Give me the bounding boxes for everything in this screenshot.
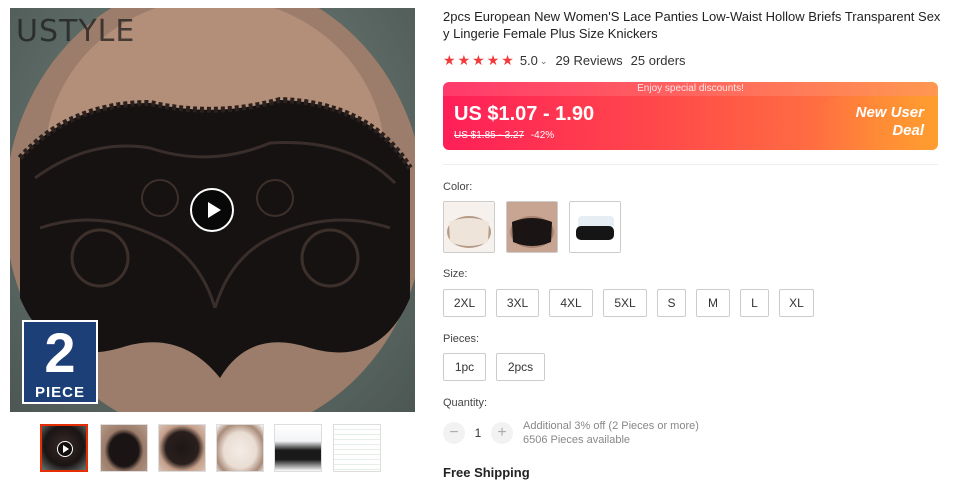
thumbnail-image[interactable]: [158, 424, 206, 472]
orders-count: 25 orders: [630, 52, 686, 68]
piece-count-number: 2: [44, 321, 76, 384]
size-option-s[interactable]: S: [657, 289, 686, 317]
star-icon: ★: [486, 52, 500, 68]
quantity-info: Additional 3% off (2 Pieces or more) 650…: [523, 419, 699, 447]
pieces-option-1pc[interactable]: 1pc: [443, 353, 486, 381]
swatch-image: [570, 202, 620, 252]
thumbnail-image[interactable]: [274, 424, 322, 472]
brand-watermark: USTYLE: [16, 14, 136, 49]
star-icon: ★: [501, 52, 514, 68]
color-label: Color:: [443, 181, 473, 193]
chevron-down-icon[interactable]: ⌄: [540, 56, 548, 67]
size-option-3xl[interactable]: 3XL: [496, 289, 539, 317]
increment-button[interactable]: +: [491, 422, 513, 444]
pieces-available-text: 6506 Pieces available: [523, 434, 631, 446]
thumbnail-size-chart[interactable]: [333, 424, 381, 472]
color-swatch-white[interactable]: [443, 201, 495, 253]
rating-score[interactable]: 5.0: [520, 53, 538, 68]
reviews-link[interactable]: 29 Reviews: [555, 53, 622, 68]
product-title: 2pcs European New Women'S Lace Panties L…: [443, 9, 941, 41]
star-icon: ★: [443, 52, 456, 68]
play-icon: [57, 441, 73, 457]
piece-count-label: PIECE: [34, 384, 85, 401]
thumbnail-video[interactable]: [40, 424, 88, 472]
size-option-m[interactable]: M: [696, 289, 730, 317]
quantity-label: Quantity:: [443, 397, 488, 409]
star-rating: ★ ★ ★ ★ ★: [443, 53, 514, 67]
swatch-image: [444, 202, 494, 252]
original-price: US $1.85 - 3.27: [454, 130, 525, 141]
quantity-input[interactable]: 1: [465, 426, 491, 440]
size-option-xl[interactable]: XL: [779, 289, 814, 317]
size-option-l[interactable]: L: [740, 289, 769, 317]
thumbnail-image[interactable]: [216, 424, 264, 472]
color-swatch-mixed[interactable]: [569, 201, 621, 253]
new-user-deal[interactable]: New User Deal: [828, 104, 924, 140]
star-icon: ★: [472, 52, 485, 68]
thumbnail-image[interactable]: [100, 424, 148, 472]
deal-label-line2: Deal: [892, 122, 924, 139]
decrement-button[interactable]: −: [443, 422, 465, 444]
piece-count-badge: 2 PIECE: [22, 320, 98, 404]
divider: [443, 164, 938, 165]
size-option-4xl[interactable]: 4XL: [549, 289, 593, 317]
current-price: US $1.07 - 1.90: [454, 103, 595, 125]
additional-discount-text: Additional 3% off (2 Pieces or more): [523, 420, 699, 432]
star-icon: ★: [457, 52, 471, 68]
color-swatch-black[interactable]: [506, 201, 558, 253]
size-option-5xl[interactable]: 5XL: [603, 289, 647, 317]
main-product-image[interactable]: USTYLE 2 PIECE: [10, 8, 415, 412]
promo-banner-text: Enjoy special discounts!: [443, 82, 938, 96]
rating-row: ★ ★ ★ ★ ★ 5.0 ⌄ 29 Reviews 25 orders: [443, 51, 686, 69]
pieces-label: Pieces:: [443, 333, 480, 345]
original-price-row: US $1.85 - 3.27 -42%: [454, 130, 554, 141]
size-label: Size:: [443, 268, 468, 280]
play-video-icon[interactable]: [190, 188, 234, 232]
size-option-2xl[interactable]: 2XL: [443, 289, 486, 317]
deal-label-line1: New User: [855, 104, 924, 121]
shipping-title: Free Shipping: [443, 465, 530, 480]
swatch-image: [507, 202, 557, 252]
quantity-stepper: − 1 +: [443, 421, 513, 445]
price-banner: Enjoy special discounts! US $1.07 - 1.90…: [443, 82, 938, 150]
pieces-option-2pcs[interactable]: 2pcs: [496, 353, 545, 381]
discount-percent: -42%: [530, 130, 555, 141]
